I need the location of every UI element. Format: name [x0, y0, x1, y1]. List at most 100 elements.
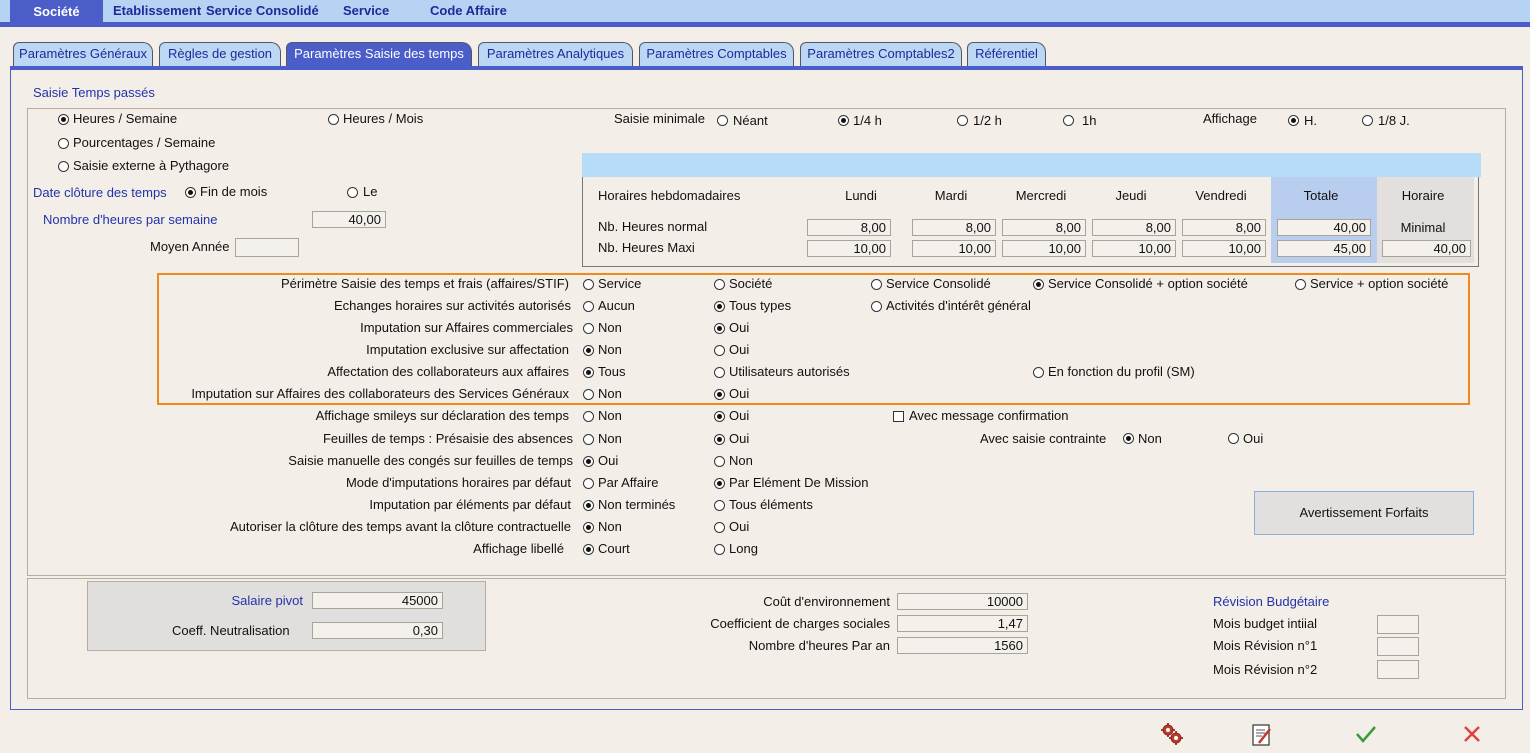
mois-rev2-field[interactable]	[1377, 660, 1419, 679]
mois-rev1-field[interactable]	[1377, 637, 1419, 656]
tab-parametres-saisie-des-temps[interactable]: Paramètres Saisie des temps	[286, 42, 472, 66]
maxi-label: Nb. Heures Maxi	[598, 240, 695, 255]
rule-radio[interactable]	[714, 323, 725, 334]
rule-option-label: Non	[598, 320, 622, 335]
rule-label: Echanges horaires sur activités autorisé…	[333, 298, 571, 313]
coeff-neutralisation-field[interactable]: 0,30	[312, 622, 443, 639]
radio-demi-h[interactable]	[957, 115, 968, 126]
rule-radio[interactable]	[583, 279, 594, 290]
radio-contrainte-non[interactable]	[1123, 433, 1134, 444]
maxi-mercredi-field[interactable]: 10,00	[1002, 240, 1086, 257]
rule-label: Saisie manuelle des congés sur feuilles …	[288, 453, 573, 468]
radio-affichage-8j[interactable]	[1362, 115, 1373, 126]
radio-pourcentages-semaine[interactable]	[58, 138, 69, 149]
moyen-annee-field[interactable]	[235, 238, 299, 257]
rule-radio[interactable]	[583, 456, 594, 467]
menu-service[interactable]: Service	[343, 3, 389, 18]
radio-le[interactable]	[347, 187, 358, 198]
rule-radio[interactable]	[714, 389, 725, 400]
rule-radio[interactable]	[714, 279, 725, 290]
rule-radio[interactable]	[714, 522, 725, 533]
maxi-mardi-field[interactable]: 10,00	[912, 240, 996, 257]
radio-fin-de-mois[interactable]	[185, 187, 196, 198]
menu-societe[interactable]: Société	[10, 0, 103, 22]
radio-heures-semaine[interactable]	[58, 114, 69, 125]
avertissement-forfaits-button[interactable]: Avertissement Forfaits	[1254, 491, 1474, 535]
rule-radio[interactable]	[583, 345, 594, 356]
rule-radio[interactable]	[714, 434, 725, 445]
rule-radio[interactable]	[871, 301, 882, 312]
coeff-neutralisation-label: Coeff. Neutralisation	[172, 623, 290, 638]
rule-radio[interactable]	[583, 522, 594, 533]
maxi-total-field[interactable]: 45,00	[1277, 240, 1371, 257]
tab-regles-de-gestion[interactable]: Règles de gestion	[159, 42, 281, 66]
rule-radio[interactable]	[1295, 279, 1306, 290]
radio-un-h[interactable]	[1063, 115, 1074, 126]
rule-radio[interactable]	[583, 323, 594, 334]
rule-label: Affichage smileys sur déclaration des te…	[315, 408, 569, 423]
rule-radio[interactable]	[1033, 279, 1044, 290]
checkbox-avec-message[interactable]	[893, 411, 904, 422]
rule-radio[interactable]	[583, 411, 594, 422]
settings-gear-icon[interactable]	[1160, 722, 1184, 746]
rule-radio[interactable]	[871, 279, 882, 290]
tab-parametres-comptables2[interactable]: Paramètres Comptables2	[800, 42, 962, 66]
rule-radio[interactable]	[714, 345, 725, 356]
rule-radio[interactable]	[583, 434, 594, 445]
normal-jeudi-field[interactable]: 8,00	[1092, 219, 1176, 236]
rule-radio[interactable]	[714, 544, 725, 555]
normal-vendredi-field[interactable]: 8,00	[1182, 219, 1266, 236]
rule-option-label: Aucun	[598, 298, 635, 313]
rule-radio[interactable]	[714, 411, 725, 422]
moyen-annee-label: Moyen Année	[150, 239, 230, 254]
tab-parametres-comptables[interactable]: Paramètres Comptables	[639, 42, 794, 66]
maxi-vendredi-field[interactable]: 10,00	[1182, 240, 1266, 257]
cout-env-field[interactable]: 10000	[897, 593, 1028, 610]
salaire-pivot-field[interactable]: 45000	[312, 592, 443, 609]
menu-service-consolide[interactable]: Service Consolidé	[206, 3, 319, 18]
cancel-close-icon[interactable]	[1462, 724, 1482, 744]
normal-mercredi-field[interactable]: 8,00	[1002, 219, 1086, 236]
normal-label: Nb. Heures normal	[598, 219, 708, 234]
mois-initial-field[interactable]	[1377, 615, 1419, 634]
rule-radio[interactable]	[583, 544, 594, 555]
nb-heures-an-field[interactable]: 1560	[897, 637, 1028, 654]
rule-option-label: Oui	[729, 431, 750, 446]
radio-neant[interactable]	[717, 115, 728, 126]
day-header: Vendredi	[1195, 188, 1247, 203]
rule-radio[interactable]	[714, 301, 725, 312]
horaires-header-band	[582, 153, 1481, 177]
maxi-jeudi-field[interactable]: 10,00	[1092, 240, 1176, 257]
menu-etablissement[interactable]: Etablissement	[113, 3, 201, 18]
coeff-charges-field[interactable]: 1,47	[897, 615, 1028, 632]
rule-radio[interactable]	[583, 500, 594, 511]
radio-saisie-externe[interactable]	[58, 161, 69, 172]
normal-total-field[interactable]: 40,00	[1277, 219, 1371, 236]
tab-referentiel[interactable]: Référentiel	[967, 42, 1046, 66]
radio-contrainte-oui[interactable]	[1228, 433, 1239, 444]
radio-affichage-h[interactable]	[1288, 115, 1299, 126]
rule-radio[interactable]	[583, 301, 594, 312]
rule-option-label: Oui	[729, 320, 750, 335]
top-menu-underline	[0, 22, 1530, 27]
nb-heures-field[interactable]: 40,00	[312, 211, 386, 228]
normal-mardi-field[interactable]: 8,00	[912, 219, 996, 236]
rule-radio[interactable]	[1033, 367, 1044, 378]
menu-code-affaire[interactable]: Code Affaire	[430, 3, 507, 18]
rule-radio[interactable]	[583, 367, 594, 378]
rule-radio[interactable]	[714, 478, 725, 489]
normal-lundi-field[interactable]: 8,00	[807, 219, 891, 236]
rule-radio[interactable]	[583, 478, 594, 489]
tab-parametres-analytiques[interactable]: Paramètres Analytiques	[478, 42, 633, 66]
validate-check-icon[interactable]	[1355, 724, 1377, 744]
radio-quart-h[interactable]	[838, 115, 849, 126]
rule-radio[interactable]	[714, 456, 725, 467]
maxi-minimal-field[interactable]: 40,00	[1382, 240, 1471, 257]
tab-parametres-generaux[interactable]: Paramètres Généraux	[13, 42, 153, 66]
rule-radio[interactable]	[714, 367, 725, 378]
maxi-lundi-field[interactable]: 10,00	[807, 240, 891, 257]
edit-document-icon[interactable]	[1251, 723, 1273, 747]
rule-radio[interactable]	[714, 500, 725, 511]
rule-radio[interactable]	[583, 389, 594, 400]
radio-heures-mois[interactable]	[328, 114, 339, 125]
